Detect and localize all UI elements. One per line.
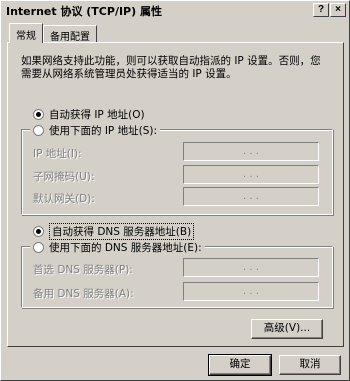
ip-address-value: . . . xyxy=(243,146,259,157)
title-bar[interactable]: Internet 协议 (TCP/IP) 属性 ? × xyxy=(3,3,347,19)
tab-strip: 常规 备用配置 xyxy=(9,23,97,43)
preferred-dns-input[interactable]: . . . xyxy=(183,258,319,277)
subnet-mask-input[interactable]: . . . xyxy=(183,165,319,184)
manual-ip-label: 使用下面的 IP 地址(S): xyxy=(49,125,157,137)
auto-ip-label: 自动获得 IP 地址(O) xyxy=(49,109,145,121)
default-gateway-value: . . . xyxy=(243,191,259,202)
window-title: Internet 协议 (TCP/IP) 属性 xyxy=(6,5,162,18)
radio-selected-icon xyxy=(33,226,44,237)
alternate-dns-input[interactable]: . . . xyxy=(183,282,319,301)
close-button[interactable]: × xyxy=(330,3,346,17)
tab-alternate-config[interactable]: 备用配置 xyxy=(43,25,97,43)
radio-selected-icon xyxy=(33,109,44,120)
ok-button[interactable]: 确定 xyxy=(208,354,272,376)
preferred-dns-value: . . . xyxy=(243,262,259,273)
tcpip-properties-dialog: Internet 协议 (TCP/IP) 属性 ? × 常规 备用配置 如果网络… xyxy=(0,0,350,381)
tab-general[interactable]: 常规 xyxy=(9,23,43,43)
manual-dns-radio[interactable]: 使用下面的 DNS 服务器地址(E): xyxy=(30,240,205,255)
alternate-dns-value: . . . xyxy=(243,286,259,297)
cancel-button[interactable]: 取消 xyxy=(279,355,341,375)
auto-dns-label: 自动获得 DNS 服务器地址(B) xyxy=(49,223,195,240)
help-button[interactable]: ? xyxy=(313,3,329,17)
auto-dns-radio[interactable]: 自动获得 DNS 服务器地址(B) xyxy=(33,223,195,240)
alternate-dns-label: 备用 DNS 服务器(A): xyxy=(33,288,134,300)
ip-address-input[interactable]: . . . xyxy=(183,142,319,161)
default-gateway-input[interactable]: . . . xyxy=(183,187,319,206)
advanced-button[interactable]: 高级(V)... xyxy=(251,319,323,339)
radio-unselected-icon xyxy=(33,125,44,136)
auto-ip-radio[interactable]: 自动获得 IP 地址(O) xyxy=(33,107,145,122)
manual-ip-radio[interactable]: 使用下面的 IP 地址(S): xyxy=(30,123,160,138)
preferred-dns-label: 首选 DNS 服务器(P): xyxy=(33,264,133,276)
ip-address-label: IP 地址(I): xyxy=(33,148,82,160)
subnet-mask-value: . . . xyxy=(243,169,259,180)
subnet-mask-label: 子网掩码(U): xyxy=(33,171,95,183)
manual-dns-label: 使用下面的 DNS 服务器地址(E): xyxy=(49,242,202,254)
radio-unselected-icon xyxy=(33,242,44,253)
description-text: 如果网络支持此功能，则可以获取自动指派的 IP 设置。否则，您需要从网络系统管理… xyxy=(21,55,321,80)
default-gateway-label: 默认网关(D): xyxy=(33,193,95,205)
